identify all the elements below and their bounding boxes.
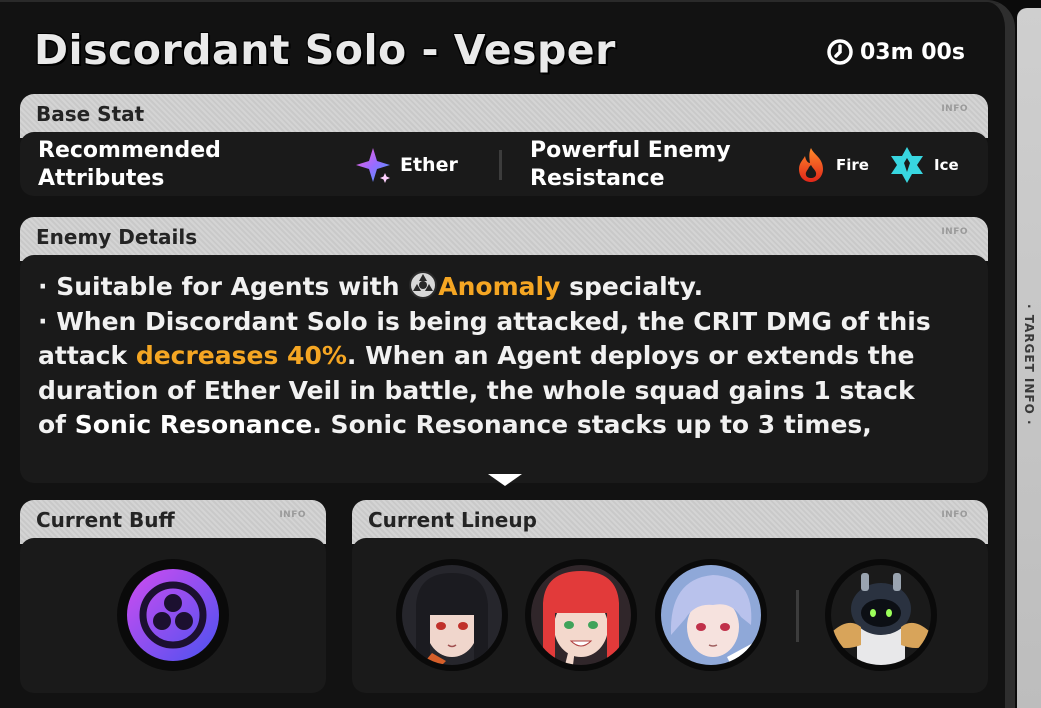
- resistance-ice: Ice: [888, 146, 959, 184]
- sonic-resonance-keyword: Sonic Resonance: [74, 410, 313, 439]
- timer-value: 03m 00s: [860, 39, 965, 65]
- enemy-detail-line-1: · Suitable for Agents with Anomaly speci…: [38, 270, 938, 305]
- lineup-divider: [796, 590, 799, 642]
- enemy-details-title: Enemy Details: [36, 225, 198, 249]
- detail-text: · Suitable for Agents with: [38, 272, 400, 301]
- base-stat-info-button[interactable]: INFO: [941, 104, 968, 114]
- agent-portrait-silver-hair[interactable]: [655, 559, 767, 671]
- base-stat-divider: [499, 150, 502, 180]
- resistance-fire: Fire: [794, 146, 869, 184]
- detail-text: specialty.: [569, 272, 704, 301]
- scroll-down-arrow-icon[interactable]: [488, 474, 522, 486]
- anomaly-icon: [409, 271, 438, 299]
- ether-icon: [356, 148, 390, 183]
- agent-portrait-red-hair[interactable]: [525, 559, 637, 671]
- target-info-side-label: · TARGET INFO ·: [1022, 304, 1036, 426]
- enemy-details-info-button[interactable]: INFO: [941, 227, 968, 237]
- detail-text: . Sonic Resonance stacks up to 3 times,: [312, 410, 872, 439]
- buff-icon[interactable]: [115, 557, 231, 673]
- ether-label: Ether: [400, 154, 458, 176]
- fire-label: Fire: [836, 156, 869, 174]
- powerful-enemy-resistance-label: Powerful Enemy Resistance: [530, 138, 731, 191]
- bangboo-portrait[interactable]: [825, 559, 937, 671]
- base-stat-title: Base Stat: [36, 102, 145, 126]
- timer: 03m 00s: [826, 36, 965, 68]
- agent-portrait-black-hair[interactable]: [396, 559, 508, 671]
- current-lineup-info-button[interactable]: INFO: [941, 510, 968, 520]
- recommended-attribute-ether: Ether: [354, 146, 458, 184]
- fire-icon: [799, 148, 823, 182]
- anomaly-keyword: Anomaly: [438, 272, 561, 301]
- current-lineup-title: Current Lineup: [368, 508, 537, 532]
- decrease-keyword: decreases 40%: [135, 341, 347, 370]
- current-buff-title: Current Buff: [36, 508, 175, 532]
- current-buff-info-button[interactable]: INFO: [279, 510, 306, 520]
- enemy-detail-line-2: · When Discordant Solo is being attacked…: [38, 305, 938, 443]
- page-title: Discordant Solo - Vesper: [34, 26, 616, 74]
- timer-icon: [827, 39, 853, 65]
- recommended-attributes-label: Recommended Attributes: [38, 138, 221, 191]
- ice-icon: [891, 147, 923, 183]
- ice-label: Ice: [934, 156, 959, 174]
